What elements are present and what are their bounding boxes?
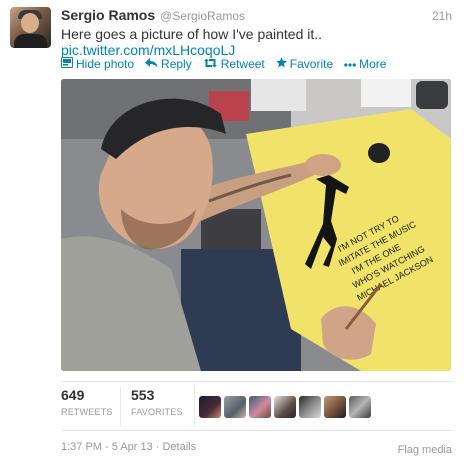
- tweet-actions: Hide photo Reply Retweet Favorite More: [61, 56, 386, 72]
- retweets-label: RETWEETS: [61, 407, 113, 417]
- more-label: More: [359, 57, 387, 71]
- favoriter-avatar[interactable]: [324, 396, 346, 418]
- favoriter-avatar[interactable]: [199, 396, 221, 418]
- favorites-count: 553: [131, 387, 155, 403]
- retweet-label: Retweet: [220, 57, 265, 71]
- author-avatar[interactable]: [10, 7, 51, 48]
- more-button[interactable]: More: [344, 57, 386, 71]
- favoriter-avatar[interactable]: [349, 396, 371, 418]
- favoriter-avatars: [199, 396, 371, 418]
- favorites-label: FAVORITES: [131, 407, 183, 417]
- tweet-header: Sergio Ramos @SergioRamos: [61, 7, 245, 25]
- tweet-text: Here goes a picture of how I've painted …: [61, 26, 323, 42]
- favoriter-avatar[interactable]: [274, 396, 296, 418]
- avatar-shirt: [14, 34, 47, 48]
- favoriter-avatar[interactable]: [299, 396, 321, 418]
- hide-photo-label: Hide photo: [76, 57, 135, 71]
- tweet-stats: 649 RETWEETS 553 FAVORITES: [61, 387, 205, 427]
- tweet-photo[interactable]: I'M NOT TRY TO IMITATE THE MUSIC I'M THE…: [61, 79, 451, 371]
- favorite-label: Favorite: [289, 57, 334, 71]
- divider-bottom: [61, 430, 453, 431]
- ellipsis-icon: [344, 58, 356, 70]
- tweet-details[interactable]: 1:37 PM - 5 Apr 13 · Details: [61, 441, 196, 453]
- star-icon: [275, 57, 287, 71]
- photo-icon: [61, 57, 73, 71]
- favorite-button[interactable]: Favorite: [275, 57, 334, 71]
- reply-icon: [145, 57, 158, 71]
- retweets-stat[interactable]: 649 RETWEETS: [61, 387, 121, 427]
- retweet-button[interactable]: Retweet: [203, 57, 265, 71]
- favorites-stat[interactable]: 553 FAVORITES: [131, 387, 195, 427]
- retweets-count: 649: [61, 387, 85, 403]
- photo-paint-jar: [368, 143, 390, 163]
- hide-photo-button[interactable]: Hide photo: [61, 57, 134, 71]
- author-full-name[interactable]: Sergio Ramos: [61, 7, 155, 23]
- tweet-timestamp[interactable]: 21h: [432, 9, 452, 23]
- reply-button[interactable]: Reply: [145, 57, 192, 71]
- divider-top: [61, 381, 453, 382]
- favoriter-avatar[interactable]: [224, 396, 246, 418]
- reply-label: Reply: [161, 57, 192, 71]
- flag-media-link[interactable]: Flag media: [398, 444, 452, 456]
- retweet-icon: [203, 58, 218, 71]
- avatar-face: [21, 13, 39, 33]
- author-screen-name[interactable]: @SergioRamos: [160, 9, 245, 23]
- favoriter-avatar[interactable]: [249, 396, 271, 418]
